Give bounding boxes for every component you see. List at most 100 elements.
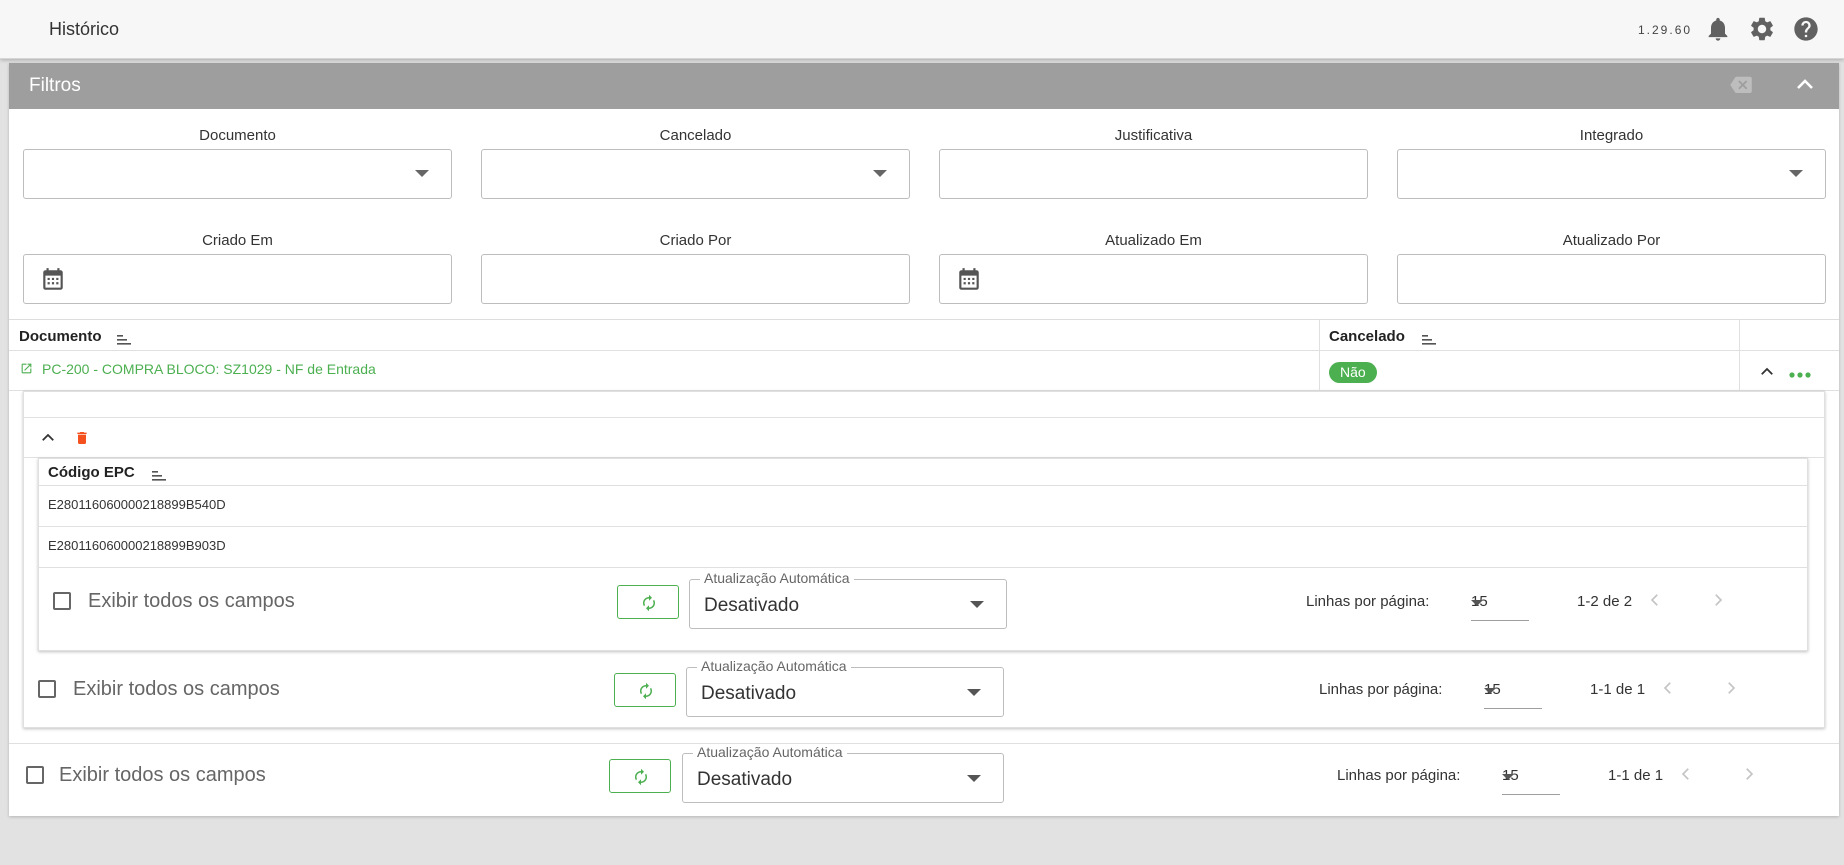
previous-page-icon[interactable]: [1646, 591, 1664, 614]
auto-refresh-value: Desativado: [701, 683, 797, 704]
table-row: E280116060000218899B903D: [39, 527, 1807, 568]
auto-refresh-select[interactable]: Atualização Automática Desativado: [689, 570, 1007, 629]
show-all-label: Exibir todos os campos: [88, 590, 295, 612]
pagination-range: 1-1 de 1: [1608, 767, 1664, 784]
filter-label-integrado: Integrado: [1579, 127, 1644, 144]
table-header: Documento Cancelado: [9, 319, 1839, 351]
chevron-down-icon: [970, 601, 984, 608]
auto-refresh-select[interactable]: Atualização Automática Desativado: [686, 658, 1004, 717]
chevron-down-icon: [1471, 600, 1483, 606]
detail-spacer: [24, 392, 1824, 418]
auto-refresh-value: Desativado: [704, 595, 800, 616]
pagination-range: 1-1 de 1: [1590, 681, 1646, 698]
detail-actions: [24, 418, 1824, 458]
filter-label-atualizado-por: Atualizado Por: [1562, 232, 1661, 249]
epc-table-header: Código EPC: [39, 459, 1807, 486]
chevron-down-icon: [1484, 688, 1496, 694]
criado-em-input[interactable]: [23, 254, 452, 304]
integrado-select[interactable]: [1397, 149, 1826, 199]
collapse-filters-icon[interactable]: [1793, 73, 1817, 102]
gear-icon[interactable]: [1748, 15, 1776, 43]
chevron-down-icon: [967, 775, 981, 782]
column-header-cancelado[interactable]: Cancelado: [1329, 328, 1405, 345]
collapse-detail-icon[interactable]: [39, 429, 57, 452]
column-header-codigo-epc[interactable]: Código EPC: [48, 464, 135, 481]
chevron-down-icon: [873, 170, 887, 177]
chevron-down-icon: [967, 689, 981, 696]
pagination-range: 1-2 de 2: [1577, 593, 1633, 610]
delete-icon[interactable]: [74, 429, 90, 452]
refresh-button[interactable]: [609, 759, 671, 793]
auto-refresh-value: Desativado: [697, 769, 793, 790]
calendar-icon[interactable]: [956, 267, 982, 298]
filter-label-atualizado-em: Atualizado Em: [1105, 232, 1202, 249]
rows-per-page-select[interactable]: 15: [1471, 583, 1529, 621]
table-footer: Exibir todos os campos Atualização Autom…: [24, 657, 1824, 719]
atualizado-em-input[interactable]: [939, 254, 1368, 304]
auto-refresh-label: Atualização Automática: [693, 744, 847, 760]
refresh-icon: [635, 768, 647, 786]
more-options-icon[interactable]: [1789, 366, 1811, 384]
epc-table: Código EPC E280116060000218899B540D E280…: [38, 458, 1808, 651]
table-row: PC-200 - COMPRA BLOCO: SZ1029 - NF de En…: [9, 351, 1839, 391]
filter-label-justificativa: Justificativa: [1114, 127, 1193, 144]
filters-title: Filtros: [29, 75, 81, 96]
chevron-down-icon: [1502, 774, 1514, 780]
sort-icon[interactable]: [152, 468, 166, 486]
bell-icon[interactable]: [1704, 15, 1732, 43]
auto-refresh-label: Atualização Automática: [697, 658, 851, 674]
refresh-icon: [643, 594, 655, 612]
collapse-row-icon[interactable]: [1758, 363, 1776, 386]
version-label: 1.29.60: [1638, 23, 1693, 37]
refresh-button[interactable]: [614, 673, 676, 707]
chevron-down-icon: [1789, 170, 1803, 177]
filter-label-criado-por: Criado Por: [659, 232, 732, 249]
rows-per-page-label: Linhas por página:: [1337, 767, 1461, 784]
filter-label-criado-em: Criado Em: [202, 232, 273, 249]
page-title: Histórico: [49, 19, 120, 39]
epc-code: E280116060000218899B540D: [48, 497, 226, 512]
clear-filters-icon[interactable]: [1730, 75, 1752, 98]
epc-code: E280116060000218899B903D: [48, 538, 226, 553]
row-detail-panel: Código EPC E280116060000218899B540D E280…: [23, 391, 1825, 728]
auto-refresh-select[interactable]: Atualização Automática Desativado: [682, 744, 1004, 803]
filter-label-documento: Documento: [199, 127, 276, 144]
rows-per-page-select[interactable]: 15: [1484, 671, 1542, 709]
show-all-label: Exibir todos os campos: [73, 678, 280, 700]
cancelado-select[interactable]: [481, 149, 910, 199]
show-all-checkbox[interactable]: [53, 592, 71, 610]
rows-per-page-label: Linhas por página:: [1306, 593, 1430, 610]
column-header-documento[interactable]: Documento: [19, 328, 102, 345]
document-link[interactable]: PC-200 - COMPRA BLOCO: SZ1029 - NF de En…: [42, 361, 376, 377]
next-page-icon[interactable]: [1722, 679, 1740, 702]
open-link-icon[interactable]: [20, 362, 33, 380]
refresh-icon: [640, 682, 652, 700]
criado-por-input[interactable]: [481, 254, 910, 304]
next-page-icon[interactable]: [1709, 591, 1727, 614]
previous-page-icon[interactable]: [1677, 765, 1695, 788]
sort-icon[interactable]: [1422, 332, 1436, 350]
sort-icon[interactable]: [117, 332, 131, 350]
show-all-checkbox[interactable]: [26, 766, 44, 784]
show-all-label: Exibir todos os campos: [59, 764, 266, 786]
refresh-button[interactable]: [617, 585, 679, 619]
main-card: Filtros Documento Cancelado Justificativ…: [9, 63, 1839, 816]
justificativa-input[interactable]: [939, 149, 1368, 199]
status-badge: Não: [1329, 362, 1377, 383]
top-bar: Histórico 1.29.60: [0, 0, 1844, 59]
next-page-icon[interactable]: [1740, 765, 1758, 788]
previous-page-icon[interactable]: [1659, 679, 1677, 702]
show-all-checkbox[interactable]: [38, 680, 56, 698]
help-icon[interactable]: [1792, 15, 1820, 43]
table-footer: Exibir todos os campos Atualização Autom…: [9, 743, 1839, 805]
table-footer: Exibir todos os campos Atualização Autom…: [39, 569, 1807, 631]
atualizado-por-input[interactable]: [1397, 254, 1826, 304]
table-row: E280116060000218899B540D: [39, 486, 1807, 527]
filter-label-cancelado: Cancelado: [659, 127, 732, 144]
documento-select[interactable]: [23, 149, 452, 199]
rows-per-page-select[interactable]: 15: [1502, 757, 1560, 795]
chevron-down-icon: [415, 170, 429, 177]
filters-header: Filtros: [9, 63, 1839, 109]
auto-refresh-label: Atualização Automática: [700, 570, 854, 586]
calendar-icon[interactable]: [40, 267, 66, 298]
